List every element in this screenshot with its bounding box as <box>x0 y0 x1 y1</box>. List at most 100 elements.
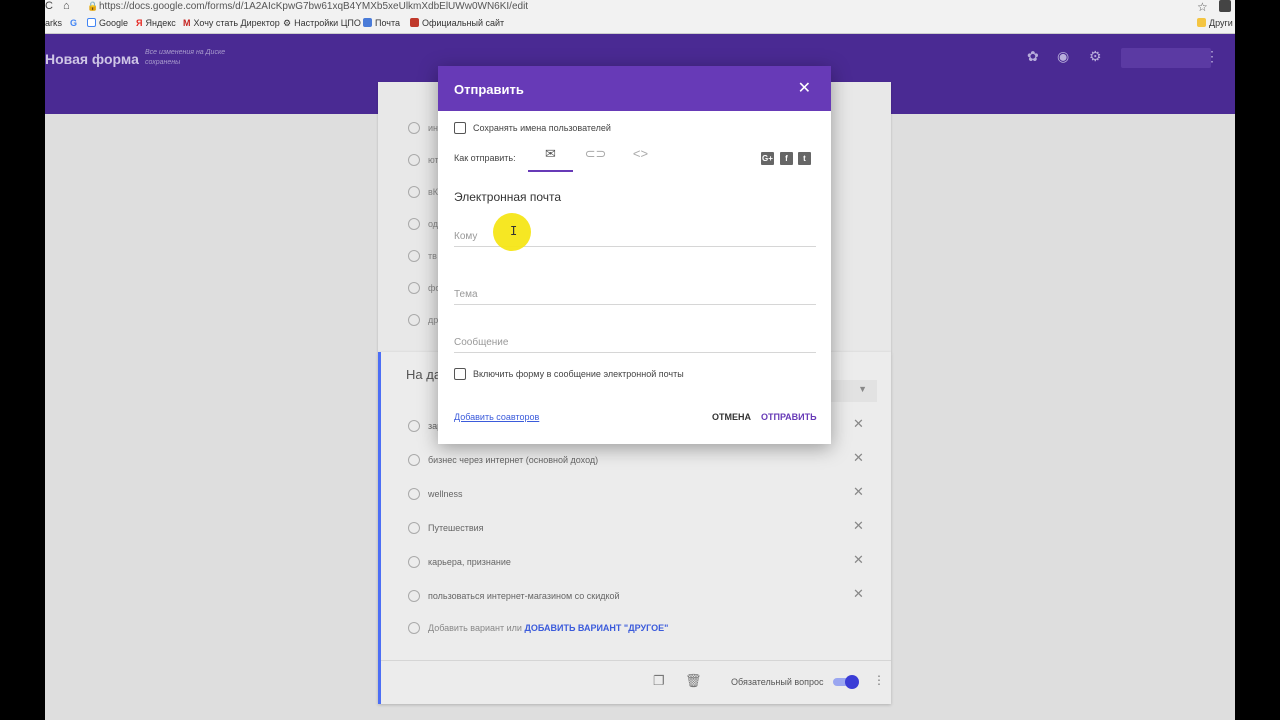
eye-icon[interactable]: ◉ <box>1057 48 1069 65</box>
section-title: Электронная почта <box>454 190 562 204</box>
bookmark-item[interactable]: Google <box>87 18 128 28</box>
radio-icon[interactable] <box>408 154 420 166</box>
bookmark-item[interactable]: G <box>70 18 77 28</box>
add-collaborators-link[interactable]: Добавить соавторов <box>454 412 539 422</box>
radio-icon[interactable] <box>408 314 420 326</box>
extension-icon[interactable] <box>1219 0 1231 12</box>
tab-embed[interactable]: <> <box>618 146 663 172</box>
gear-icon[interactable]: ⚙ <box>1089 48 1102 65</box>
list-item[interactable]: од <box>408 218 438 232</box>
bookmark-item[interactable]: arks <box>45 18 62 28</box>
bookmark-item[interactable]: M Хочу стать Директор <box>183 18 280 28</box>
palette-icon[interactable]: ✿ <box>1027 48 1039 65</box>
browser-address-bar[interactable]: C ⌂ 🔒 https://docs.google.com/forms/d/1A… <box>45 0 1235 14</box>
include-form-row[interactable]: Включить форму в сообщение электронной п… <box>454 368 684 380</box>
bookmarks-bar: arks G Google Я Яндекс M Хочу стать Директ… <box>45 14 1235 34</box>
list-item[interactable]: тв <box>408 250 437 264</box>
url-text[interactable]: https://docs.google.com/forms/d/1A2AIcKp… <box>99 1 528 12</box>
list-item[interactable]: ин <box>408 122 438 136</box>
include-form-checkbox[interactable] <box>454 368 466 380</box>
more-vert-icon[interactable]: ⋮ <box>1205 48 1219 65</box>
embed-icon: <> <box>632 146 649 161</box>
radio-icon[interactable] <box>408 122 420 134</box>
option-label[interactable]: wellness <box>428 489 463 499</box>
send-button[interactable]: ОТПРАВИТЬ <box>761 412 817 422</box>
trash-icon[interactable]: 🗑 <box>685 673 702 689</box>
screen-right-border <box>1235 0 1280 720</box>
subject-field[interactable] <box>454 289 816 305</box>
twitter-icon[interactable]: t <box>798 152 811 165</box>
facebook-icon[interactable]: f <box>780 152 793 165</box>
option-label[interactable]: карьера, признание <box>428 557 511 567</box>
close-icon[interactable]: ✕ <box>798 78 811 98</box>
bookmark-item[interactable]: Официальный сайт <box>410 18 504 28</box>
option-label: ин <box>428 123 438 133</box>
screen-left-border <box>0 0 45 720</box>
site-icon <box>410 18 419 27</box>
radio-icon[interactable] <box>408 250 420 262</box>
tab-link[interactable]: ⊂⊃ <box>573 146 618 172</box>
gmail-icon: M <box>183 18 191 28</box>
option-label[interactable]: бизнес через интернет (основной доход) <box>428 455 598 465</box>
add-option-button[interactable]: Добавить вариант <box>428 623 504 633</box>
close-icon[interactable]: ✕ <box>853 416 864 432</box>
bookmark-item[interactable]: Почта <box>363 18 400 28</box>
header-send-button[interactable] <box>1121 48 1211 68</box>
reload-icon[interactable]: C <box>45 0 53 12</box>
bookmark-item[interactable]: Я Яндекс <box>136 18 176 28</box>
more-vert-icon[interactable]: ⋮ <box>873 673 885 687</box>
message-input[interactable] <box>454 337 816 348</box>
cancel-button[interactable]: ОТМЕНА <box>712 412 751 422</box>
close-icon[interactable]: ✕ <box>853 552 864 568</box>
chevron-down-icon: ▼ <box>858 384 867 394</box>
yandex-icon: Я <box>136 18 143 28</box>
subject-input[interactable] <box>454 289 816 300</box>
bookmark-label: Официальный сайт <box>422 18 505 28</box>
dialog-title: Отправить <box>454 82 524 97</box>
list-item[interactable]: пользоваться интернет-магазином со скидк… <box>408 590 620 602</box>
list-item[interactable]: ют <box>408 154 439 168</box>
radio-icon[interactable] <box>408 218 420 230</box>
option-label: вК <box>428 187 439 197</box>
message-field[interactable] <box>454 337 816 353</box>
bookmark-item[interactable]: ⚙ Настройки ЦПО <box>283 18 361 29</box>
required-toggle[interactable] <box>831 675 859 689</box>
bookmark-star-icon[interactable]: ☆ <box>1197 0 1208 14</box>
close-icon[interactable]: ✕ <box>853 586 864 602</box>
required-label: Обязательный вопрос <box>731 677 824 687</box>
duplicate-icon[interactable]: ❐ <box>653 673 665 689</box>
close-icon[interactable]: ✕ <box>853 450 864 466</box>
list-item[interactable]: фо <box>408 282 440 296</box>
close-icon[interactable]: ✕ <box>853 484 864 500</box>
bookmark-label: Яндекс <box>145 18 176 28</box>
close-icon[interactable]: ✕ <box>853 518 864 534</box>
bookmark-label: Google <box>99 18 129 28</box>
bookmark-item[interactable]: Други <box>1197 18 1233 28</box>
form-title[interactable]: Новая форма <box>45 51 139 67</box>
radio-icon[interactable] <box>408 282 420 294</box>
save-usernames-checkbox[interactable] <box>454 122 466 134</box>
list-item[interactable]: бизнес через интернет (основной доход) <box>408 454 598 466</box>
radio-icon <box>408 622 420 634</box>
option-label: од <box>428 219 439 229</box>
google-icon <box>87 18 96 27</box>
add-other-button[interactable]: ДОБАВИТЬ ВАРИАНТ "ДРУГОЕ" <box>524 623 668 633</box>
include-form-label: Включить форму в сообщение электронной п… <box>473 369 684 379</box>
radio-icon[interactable] <box>408 186 420 198</box>
lock-icon: 🔒 <box>87 1 99 11</box>
gear-icon: ⚙ <box>283 18 292 28</box>
list-item[interactable]: Путешествия <box>408 522 484 534</box>
toggle-knob <box>845 675 859 689</box>
screen: C ⌂ 🔒 https://docs.google.com/forms/d/1A… <box>45 0 1235 720</box>
home-icon[interactable]: ⌂ <box>63 0 70 12</box>
option-label[interactable]: пользоваться интернет-магазином со скидк… <box>428 591 620 601</box>
google-plus-icon[interactable]: G+ <box>761 152 774 165</box>
option-label[interactable]: Путешествия <box>428 523 484 533</box>
send-dialog: Отправить ✕ Сохранять имена пользователе… <box>438 66 831 444</box>
question-footer: ❐ 🗑 Обязательный вопрос ⋮ <box>381 660 891 704</box>
list-item[interactable]: карьера, признание <box>408 556 511 568</box>
save-usernames-row[interactable]: Сохранять имена пользователей <box>454 122 611 134</box>
list-item[interactable]: wellness <box>408 488 463 500</box>
list-item[interactable]: вК <box>408 186 438 200</box>
tab-email[interactable]: ✉ <box>528 146 573 172</box>
